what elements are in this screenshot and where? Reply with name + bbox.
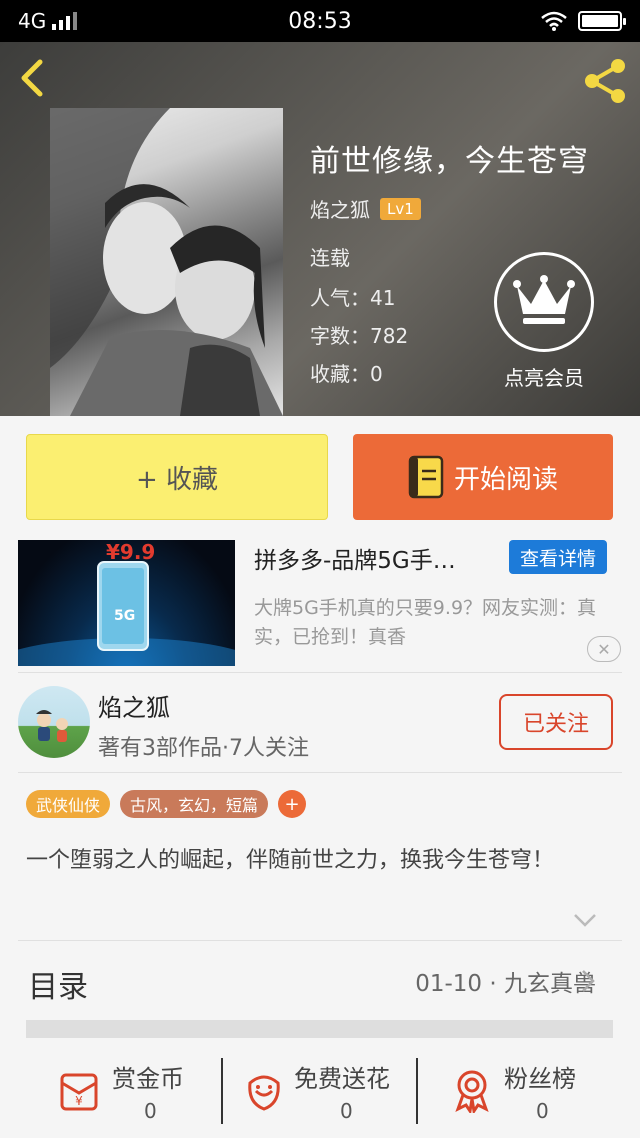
share-icon[interactable] (580, 56, 630, 106)
follow-button[interactable]: 已关注 (499, 694, 613, 750)
network-type: 4G (18, 9, 47, 33)
reward-coins-label: 赏金币 (112, 1065, 184, 1093)
send-flower-label: 免费送花 (294, 1065, 390, 1093)
ad-image-badge: 5G (114, 608, 136, 624)
author-name[interactable]: 焰之狐 (310, 194, 370, 223)
divider (18, 940, 622, 941)
divider (221, 1058, 223, 1124)
genre-tag[interactable]: 武侠仙侠 (26, 790, 111, 818)
add-tag-button[interactable]: + (278, 790, 307, 818)
divider (416, 1058, 418, 1124)
cover-illustration (50, 108, 283, 416)
tag-row: 武侠仙侠 古风，玄幻，短篇 + (26, 790, 307, 818)
serial-status: 连载 (310, 246, 350, 270)
chevron-down-icon[interactable] (573, 912, 597, 928)
start-reading-label: 开始阅读 (453, 464, 558, 495)
status-right (540, 10, 626, 32)
flower-icon (248, 1075, 280, 1111)
chevron-right-icon[interactable] (580, 968, 596, 994)
book-title: 前世修缘，今生苍穹 (310, 144, 589, 179)
battery-level (582, 15, 618, 27)
collect-label: + 收藏 (135, 464, 219, 495)
ad-title[interactable]: 拼多多-品牌5G手… (254, 541, 494, 575)
back-icon[interactable] (14, 58, 54, 98)
divider (18, 772, 622, 773)
svg-text:¥: ¥ (75, 1094, 83, 1108)
crown-icon (494, 252, 594, 352)
keyword-tag[interactable]: 古风，玄幻，短篇 (120, 790, 269, 818)
fan-ranking-count: 0 (536, 1099, 549, 1123)
reward-coins-count: 0 (144, 1099, 157, 1123)
status-left: 4G (18, 9, 78, 33)
send-flower-count: 0 (340, 1099, 353, 1123)
book-cover[interactable] (50, 108, 283, 416)
popularity: 人气：41 (310, 286, 396, 310)
battery-icon (578, 11, 626, 31)
vip-button[interactable]: 点亮会员 (492, 252, 596, 391)
book-icon (408, 455, 444, 499)
reward-coins-button[interactable]: ¥ 赏金币 0 (56, 1055, 216, 1135)
avatar-illustration (36, 710, 68, 742)
section-separator (26, 1020, 613, 1038)
ad-details-button[interactable]: 查看详情 (509, 540, 607, 574)
avatar[interactable] (18, 686, 90, 758)
catalog-label[interactable]: 目录 (28, 962, 88, 1006)
favorites-count: 收藏：0 (310, 362, 383, 386)
wifi-icon (541, 11, 567, 31)
start-reading-button[interactable]: 开始阅读 (353, 434, 613, 520)
word-count: 字数：782 (310, 324, 409, 348)
fan-ranking-label: 粉丝榜 (504, 1065, 576, 1093)
red-envelope-icon: ¥ (60, 1073, 98, 1111)
status-bar: 4G 08:53 (0, 0, 640, 42)
ad-details-label: 查看详情 (519, 547, 596, 570)
catalog-latest-chapter[interactable]: 01-10 · 九玄真兽 (415, 964, 596, 998)
author-row: 焰之狐 Lv1 (310, 194, 421, 223)
ad-image[interactable]: ¥9.9 5G (18, 540, 235, 666)
vip-label: 点亮会员 (504, 366, 584, 390)
ad-description: 大牌5G手机真的只要9.9？网友实测：真实，已抢到！真香 (254, 597, 597, 648)
fan-ranking-button[interactable]: 粉丝榜 0 (450, 1055, 600, 1135)
collect-button[interactable]: + 收藏 (26, 434, 328, 520)
book-header: 前世修缘，今生苍穹 焰之狐 Lv1 连载 人气：41 字数：782 收藏：0 点… (0, 42, 640, 416)
divider (18, 672, 622, 673)
ad-image-price: ¥9.9 (106, 540, 156, 564)
send-flower-button[interactable]: 免费送花 0 (242, 1055, 412, 1135)
signal-icon (52, 12, 78, 30)
close-icon[interactable]: ✕ (587, 636, 621, 662)
level-badge: Lv1 (380, 197, 421, 220)
synopsis: 一个堕弱之人的崛起，伴随前世之力，换我今生苍穹！ (26, 848, 555, 873)
author-profile-stats: 著有3部作品·7人关注 (98, 736, 309, 761)
medal-icon (455, 1070, 489, 1113)
follow-label: 已关注 (522, 712, 589, 737)
author-profile-name[interactable]: 焰之狐 (98, 688, 170, 723)
